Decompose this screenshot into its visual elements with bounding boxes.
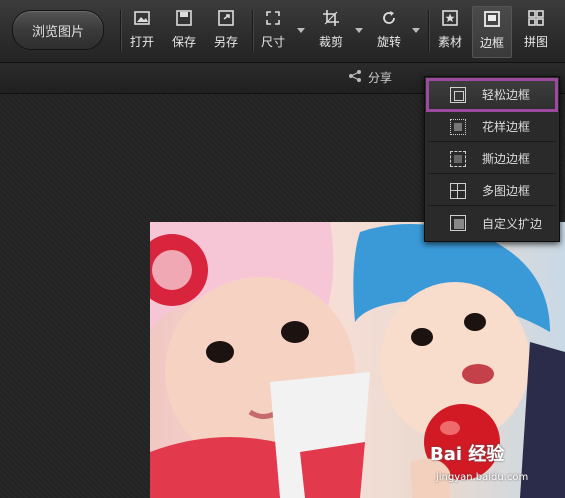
watermark-brand: Bai 经验	[430, 444, 505, 465]
rotate-icon	[379, 8, 399, 28]
toolbar-separator	[120, 10, 121, 52]
menu-item-torn-edge-border[interactable]: 撕边边框	[428, 144, 556, 174]
menu-item-label: 多图边框	[482, 184, 531, 198]
crop-icon	[321, 8, 341, 28]
save-as-icon	[216, 8, 236, 28]
save-button[interactable]: 保存	[170, 8, 198, 56]
menu-item-label: 花样边框	[482, 120, 531, 134]
collage-label: 拼图	[523, 35, 548, 49]
browse-images-button[interactable]: 浏览图片	[12, 10, 104, 50]
grid-icon	[526, 8, 546, 28]
material-label: 素材	[437, 35, 462, 49]
rotate-dropdown-arrow-icon[interactable]	[412, 28, 420, 33]
simple-border-icon	[450, 86, 466, 103]
open-label: 打开	[129, 35, 154, 49]
save-icon	[174, 8, 194, 28]
menu-item-multi-image-border[interactable]: 多图边框	[428, 176, 556, 206]
watermark-url: jingyan.baidu.com	[436, 472, 529, 483]
border-button[interactable]: 边框	[472, 6, 512, 58]
menu-item-simple-border[interactable]: 轻松边框	[426, 78, 558, 112]
size-button[interactable]: 尺寸	[258, 8, 288, 56]
rotate-label: 旋转	[376, 35, 401, 49]
menu-item-label: 撕边边框	[482, 152, 531, 166]
border-dropdown-menu: 轻松边框 花样边框 撕边边框 多图边框 自定义扩边	[424, 76, 560, 242]
share-label: 分享	[368, 71, 393, 85]
menu-item-fancy-border[interactable]: 花样边框	[428, 112, 556, 142]
size-dropdown-arrow-icon[interactable]	[297, 28, 305, 33]
main-toolbar: 浏览图片 打开 保存 另存 尺寸 裁剪 旋转 素材 边框 拼图	[0, 0, 565, 63]
save-label: 保存	[171, 35, 196, 49]
multi-image-border-icon	[450, 182, 466, 199]
rotate-button[interactable]: 旋转	[374, 8, 404, 56]
save-as-button[interactable]: 另存	[212, 8, 240, 56]
menu-item-label: 自定义扩边	[482, 216, 543, 231]
open-image-icon	[132, 8, 152, 28]
material-button[interactable]: 素材	[436, 8, 464, 56]
size-label: 尺寸	[260, 35, 285, 49]
share-icon	[348, 69, 362, 86]
toolbar-separator	[252, 10, 253, 52]
border-label: 边框	[479, 36, 504, 50]
star-icon	[440, 8, 460, 28]
torn-edge-border-icon	[450, 150, 466, 167]
border-icon	[482, 9, 502, 29]
crop-label: 裁剪	[318, 35, 343, 49]
toolbar-separator	[428, 10, 429, 52]
crop-dropdown-arrow-icon[interactable]	[355, 28, 363, 33]
fancy-border-icon	[450, 118, 466, 135]
collage-button[interactable]: 拼图	[522, 8, 550, 56]
menu-item-custom-expand[interactable]: 自定义扩边	[428, 208, 556, 238]
custom-expand-icon	[450, 215, 466, 231]
share-button[interactable]: 分享	[348, 69, 392, 86]
crop-button[interactable]: 裁剪	[316, 8, 346, 56]
resize-icon	[263, 8, 283, 28]
save-as-label: 另存	[213, 35, 238, 49]
menu-item-label: 轻松边框	[482, 88, 531, 102]
open-button[interactable]: 打开	[128, 8, 156, 56]
